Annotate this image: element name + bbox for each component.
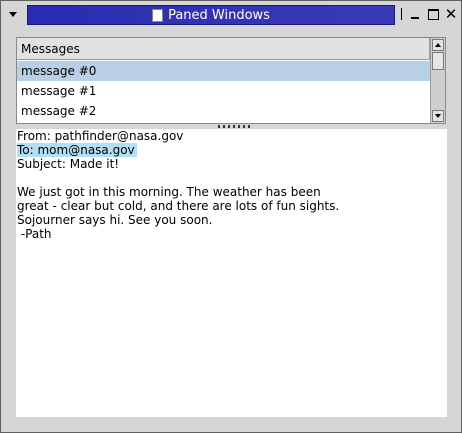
close-icon[interactable]: ✕	[443, 5, 459, 23]
message-body-line: great - clear but cold, and there are lo…	[17, 199, 340, 213]
scroll-up-icon[interactable]	[432, 39, 444, 51]
message-body-line: Sojourner says hi. See you soon.	[17, 213, 213, 227]
list-item[interactable]: message #0	[17, 61, 430, 81]
message-from: From: pathfinder@nasa.gov	[17, 129, 184, 143]
window-menu-icon[interactable]	[3, 5, 23, 23]
minimize-icon[interactable]	[407, 5, 423, 23]
scroll-down-icon[interactable]	[432, 110, 444, 122]
title-separator	[399, 5, 403, 23]
list-item[interactable]: message #1	[17, 81, 430, 101]
document-icon	[152, 8, 164, 22]
list-scrollbar[interactable]	[430, 38, 445, 123]
message-to: To: mom@nasa.gov	[17, 143, 137, 157]
message-body-line: -Path	[17, 227, 52, 241]
message-list: Messages message #0 message #1 message #…	[16, 37, 446, 124]
title-bar[interactable]: Paned Windows ✕	[1, 1, 461, 27]
message-subject: Subject: Made it!	[17, 157, 120, 171]
title-area[interactable]: Paned Windows	[27, 5, 395, 25]
paned-window: Paned Windows ✕ Messages message #0 mess…	[0, 0, 462, 433]
maximize-icon[interactable]	[425, 5, 441, 23]
message-body-line: We just got in this morning. The weather…	[17, 185, 321, 199]
message-to-highlighted: To: mom@nasa.gov	[17, 143, 137, 157]
window-title: Paned Windows	[168, 7, 270, 23]
scrollbar-thumb[interactable]	[432, 52, 444, 70]
sash-grip-handle[interactable]	[218, 125, 252, 128]
list-header-messages[interactable]: Messages	[17, 38, 430, 60]
list-item[interactable]: message #2	[17, 101, 430, 121]
message-text[interactable]: From: pathfinder@nasa.gov To: mom@nasa.g…	[16, 129, 447, 417]
